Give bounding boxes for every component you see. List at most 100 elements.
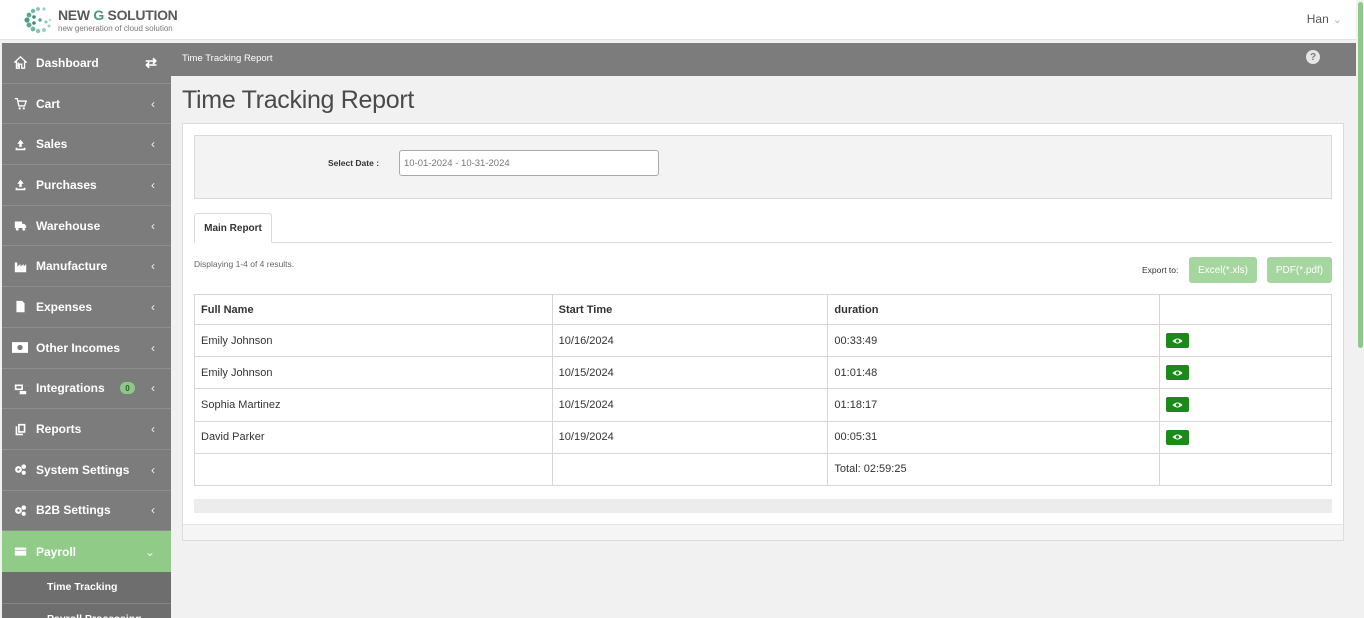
sidebar-item-integrations[interactable]: Integrations 0 ‹ bbox=[2, 369, 171, 410]
table-header-row: Full Name Start Time duration bbox=[194, 294, 1332, 325]
cell-full-name: Sophia Martinez bbox=[194, 388, 553, 422]
file-icon bbox=[12, 300, 28, 314]
sidebar-item-label: Purchases bbox=[36, 177, 97, 192]
pager-strip bbox=[194, 499, 1332, 513]
sidebar-item-manufacture[interactable]: Manufacture ‹ bbox=[2, 246, 171, 288]
cell-start-time: 10/15/2024 bbox=[551, 356, 829, 390]
chevron-left-icon: ‹ bbox=[151, 299, 155, 314]
view-button[interactable] bbox=[1166, 429, 1190, 445]
sidebar-item-warehouse[interactable]: Warehouse ‹ bbox=[2, 206, 171, 247]
cell-start-time: 10/16/2024 bbox=[551, 323, 829, 358]
chevron-down-icon: ⌄ bbox=[144, 544, 155, 559]
sidebar-item-purchases[interactable]: Purchases ‹ bbox=[2, 165, 171, 206]
view-button[interactable] bbox=[1166, 333, 1190, 349]
column-header-duration[interactable]: duration bbox=[827, 294, 1161, 325]
cell-duration: 01:18:17 bbox=[827, 388, 1161, 422]
chevron-left-icon: ‹ bbox=[151, 137, 155, 152]
sidebar-item-cart[interactable]: Cart ‹ bbox=[2, 84, 171, 125]
view-button[interactable] bbox=[1166, 365, 1190, 381]
cell-actions bbox=[1159, 388, 1332, 422]
sidebar-item-dashboard[interactable]: Dashboard ⇄ bbox=[2, 43, 171, 84]
chevron-left-icon: ‹ bbox=[151, 422, 155, 437]
sidebar-item-system-settings[interactable]: System Settings ‹ bbox=[2, 450, 171, 491]
cell-full-name: Emily Johnson bbox=[194, 323, 553, 358]
panel-footer bbox=[183, 524, 1343, 540]
column-header-full-name[interactable]: Full Name bbox=[194, 294, 553, 325]
cell-actions bbox=[1159, 420, 1332, 454]
chevron-left-icon: ‹ bbox=[151, 381, 155, 396]
column-header-actions bbox=[1159, 294, 1332, 325]
sidebar-item-reports[interactable]: Reports ‹ bbox=[2, 409, 171, 450]
chevron-left-icon: ‹ bbox=[151, 177, 155, 192]
cell-duration: 01:01:48 bbox=[827, 356, 1161, 390]
eye-icon bbox=[1172, 434, 1183, 440]
eye-icon bbox=[1172, 370, 1183, 376]
time-tracking-table: Full Name Start Time duration Emily John… bbox=[194, 294, 1332, 486]
cell-empty bbox=[1159, 452, 1332, 486]
integration-icon bbox=[12, 381, 28, 395]
sidebar-toggle-icon[interactable]: ⇄ bbox=[145, 54, 157, 71]
page-scrollbar[interactable] bbox=[1356, 0, 1364, 618]
cell-empty bbox=[194, 452, 553, 486]
results-summary: Displaying 1-4 of 4 results. bbox=[194, 259, 295, 269]
cell-total-duration: Total: 02:59:25 bbox=[827, 452, 1161, 486]
filter-box: Select Date : bbox=[194, 135, 1332, 199]
sidebar-item-label: Expenses bbox=[36, 299, 93, 314]
table-row: David Parker 10/19/2024 00:05:31 bbox=[194, 420, 1332, 454]
eye-icon bbox=[1172, 338, 1183, 344]
sidebar-item-other-incomes[interactable]: Other Incomes ‹ bbox=[2, 328, 171, 369]
integrations-count-badge: 0 bbox=[120, 382, 135, 395]
cell-duration: 00:33:49 bbox=[827, 323, 1161, 358]
date-range-input[interactable] bbox=[399, 150, 659, 176]
view-button[interactable] bbox=[1166, 397, 1190, 413]
upload-icon bbox=[12, 178, 28, 192]
sidebar-item-label: Sales bbox=[36, 137, 68, 152]
sidebar-item-payroll[interactable]: Payroll ⌄ bbox=[2, 531, 171, 572]
column-header-start-time[interactable]: Start Time bbox=[551, 294, 829, 325]
cell-empty bbox=[551, 452, 829, 486]
sidebar-subitem-payroll-processing[interactable]: Payroll Processing bbox=[2, 603, 171, 618]
user-menu[interactable]: Han ⌄ bbox=[1307, 12, 1342, 26]
report-tabs: Main Report bbox=[194, 213, 1332, 243]
chevron-left-icon: ‹ bbox=[151, 259, 155, 274]
upload-icon bbox=[12, 137, 28, 151]
sidebar-subitem-time-tracking[interactable]: Time Tracking bbox=[2, 571, 171, 604]
sidebar-item-b2b-settings[interactable]: B2B Settings ‹ bbox=[2, 491, 171, 532]
cell-full-name: Emily Johnson bbox=[194, 356, 553, 390]
cell-actions bbox=[1159, 356, 1332, 390]
report-panel: Select Date : Main Report Displaying 1-4… bbox=[182, 123, 1344, 541]
sidebar-item-label: Warehouse bbox=[36, 218, 101, 233]
user-name: Han bbox=[1306, 12, 1329, 26]
export-excel-button[interactable]: Excel(*.xls) bbox=[1189, 257, 1257, 283]
export-pdf-button[interactable]: PDF(*.pdf) bbox=[1267, 257, 1332, 283]
help-icon[interactable]: ? bbox=[1306, 50, 1320, 64]
sidebar-item-label: Other Incomes bbox=[36, 340, 121, 355]
chevron-left-icon: ‹ bbox=[151, 503, 155, 518]
chevron-left-icon: ‹ bbox=[151, 218, 155, 233]
page-title: Time Tracking Report bbox=[182, 86, 415, 114]
sidebar-item-sales[interactable]: Sales ‹ bbox=[2, 124, 171, 166]
table-row: Emily Johnson 10/15/2024 01:01:48 bbox=[194, 356, 1332, 390]
table-total-row: Total: 02:59:25 bbox=[194, 452, 1332, 486]
sidebar-item-label: System Settings bbox=[36, 462, 130, 477]
breadcrumb[interactable]: Time Tracking Report bbox=[182, 53, 272, 64]
gears-icon bbox=[12, 503, 28, 517]
cell-actions bbox=[1159, 323, 1332, 358]
cart-icon bbox=[12, 97, 28, 111]
scrollbar-thumb[interactable] bbox=[1358, 2, 1363, 348]
sidebar-item-label: B2B Settings bbox=[36, 503, 111, 518]
brand-logo[interactable]: NEW G SOLUTION new generation of cloud s… bbox=[24, 4, 178, 36]
sidebar-item-label: Reports bbox=[36, 422, 82, 437]
card-icon bbox=[12, 545, 28, 559]
gears-icon bbox=[12, 463, 28, 477]
export-label: Export to: bbox=[1142, 265, 1179, 275]
sidebar-item-label: Dashboard bbox=[36, 55, 99, 70]
cell-start-time: 10/19/2024 bbox=[551, 420, 829, 454]
cell-duration: 00:05:31 bbox=[827, 420, 1161, 454]
sidebar-item-expenses[interactable]: Expenses ‹ bbox=[2, 287, 171, 328]
cell-start-time: 10/15/2024 bbox=[551, 388, 829, 422]
money-icon bbox=[12, 341, 28, 355]
table-row: Emily Johnson 10/16/2024 00:33:49 bbox=[194, 323, 1332, 358]
chevron-left-icon: ‹ bbox=[151, 340, 155, 355]
tab-main-report[interactable]: Main Report bbox=[194, 213, 272, 243]
